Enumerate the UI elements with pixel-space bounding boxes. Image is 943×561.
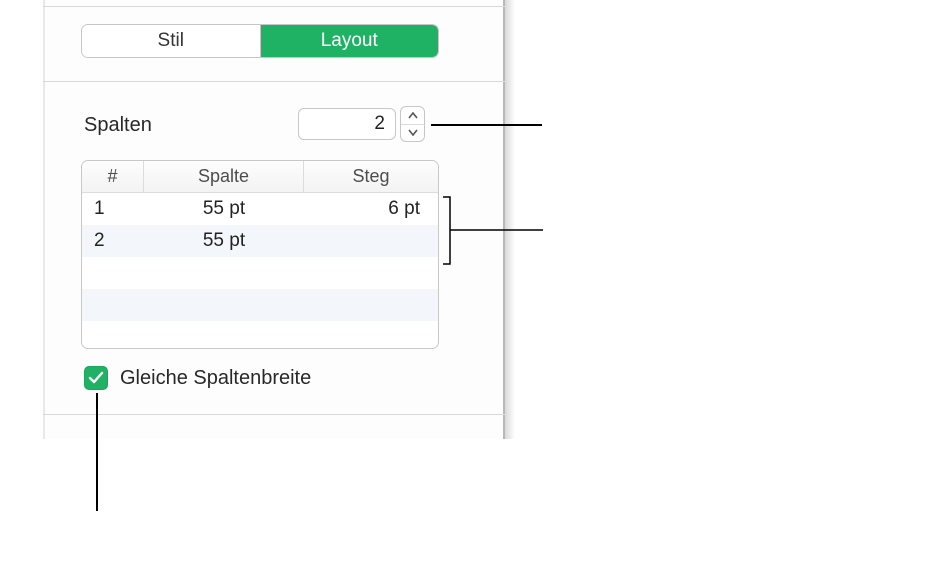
divider xyxy=(43,6,505,7)
columns-count-value: 2 xyxy=(374,113,385,135)
tab-layout[interactable]: Layout xyxy=(261,25,439,57)
stepper-down[interactable] xyxy=(401,125,424,142)
columns-label: Spalten xyxy=(84,114,152,137)
columns-count-input[interactable]: 2 xyxy=(298,108,396,140)
th-spalte[interactable]: Spalte xyxy=(144,161,304,192)
th-steg[interactable]: Steg xyxy=(304,161,438,192)
table-header: # Spalte Steg xyxy=(82,161,438,193)
table-row xyxy=(82,257,438,289)
divider xyxy=(43,414,505,415)
cell-steg[interactable]: 6 pt xyxy=(304,193,438,225)
chevron-up-icon xyxy=(408,112,418,119)
stepper-up[interactable] xyxy=(401,107,424,125)
columns-table: # Spalte Steg 1 55 pt 6 pt 2 55 pt xyxy=(81,160,439,349)
th-num[interactable]: # xyxy=(82,161,144,192)
cell-spalte[interactable]: 55 pt xyxy=(144,225,304,257)
table-row[interactable]: 1 55 pt 6 pt xyxy=(82,193,438,225)
callout-bracket xyxy=(442,196,544,266)
columns-stepper[interactable] xyxy=(400,106,425,142)
cell-num: 2 xyxy=(82,225,144,257)
equal-width-label: Gleiche Spaltenbreite xyxy=(120,367,311,390)
table-row xyxy=(82,289,438,321)
chevron-down-icon xyxy=(408,129,418,136)
check-icon xyxy=(88,371,104,385)
cell-num: 1 xyxy=(82,193,144,225)
cell-steg[interactable] xyxy=(304,225,438,257)
cell-spalte[interactable]: 55 pt xyxy=(144,193,304,225)
divider xyxy=(43,81,505,82)
callout-line xyxy=(431,124,542,126)
callout-line xyxy=(96,393,98,511)
tab-stil[interactable]: Stil xyxy=(82,25,261,57)
equal-width-row: Gleiche Spaltenbreite xyxy=(84,366,311,390)
equal-width-checkbox[interactable] xyxy=(84,366,108,390)
tab-segmented-control: Stil Layout xyxy=(81,24,439,58)
table-row[interactable]: 2 55 pt xyxy=(82,225,438,257)
